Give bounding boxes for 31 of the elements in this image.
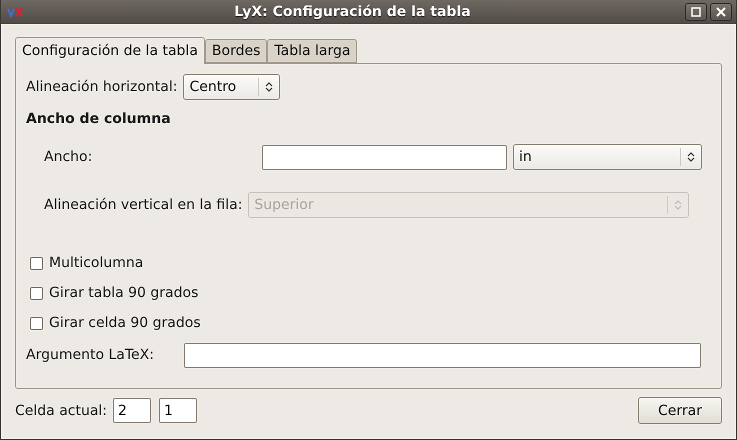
updown-arrows-icon <box>687 152 695 162</box>
field-label: Celda actual: <box>15 402 108 418</box>
checkbox[interactable] <box>30 316 43 330</box>
maximize-button[interactable] <box>685 3 707 21</box>
alignment-dropdown[interactable]: Centro <box>183 74 280 100</box>
window-title: LyX: Configuración de la tabla <box>233 4 472 20</box>
close-icon <box>716 7 726 17</box>
field-label: Argumento LaTeX: <box>26 347 154 363</box>
checkbox[interactable] <box>30 256 43 270</box>
maximize-icon <box>691 7 701 17</box>
checkbox-label: Multicolumna <box>49 255 144 271</box>
app-logo-icon <box>7 6 23 18</box>
close-button[interactable] <box>710 3 732 21</box>
unit-dropdown[interactable]: in <box>513 144 702 170</box>
width-field[interactable] <box>262 144 507 170</box>
checkbox[interactable] <box>30 286 43 300</box>
tab[interactable]: Configuración de la tabla <box>15 37 205 64</box>
field-label: Ancho: <box>44 149 94 165</box>
updown-arrows-icon <box>674 200 682 210</box>
latex-argument-field[interactable] <box>184 342 701 368</box>
checkbox-label: Girar tabla 90 grados <box>49 285 198 301</box>
field-label: Alineación horizontal: <box>26 79 178 95</box>
close-dialog-button[interactable]: Cerrar <box>638 397 722 424</box>
updown-arrows-icon <box>265 82 274 92</box>
section-heading: Ancho de columna <box>26 111 171 127</box>
checkbox-label: Girar celda 90 grados <box>49 315 201 331</box>
tab[interactable]: Tabla larga <box>267 39 358 63</box>
row-field[interactable]: 2 <box>113 398 152 423</box>
tab[interactable]: Bordes <box>204 39 268 63</box>
field-label: Alineación vertical en la fila: <box>44 197 242 213</box>
column-field[interactable]: 1 <box>159 398 198 423</box>
